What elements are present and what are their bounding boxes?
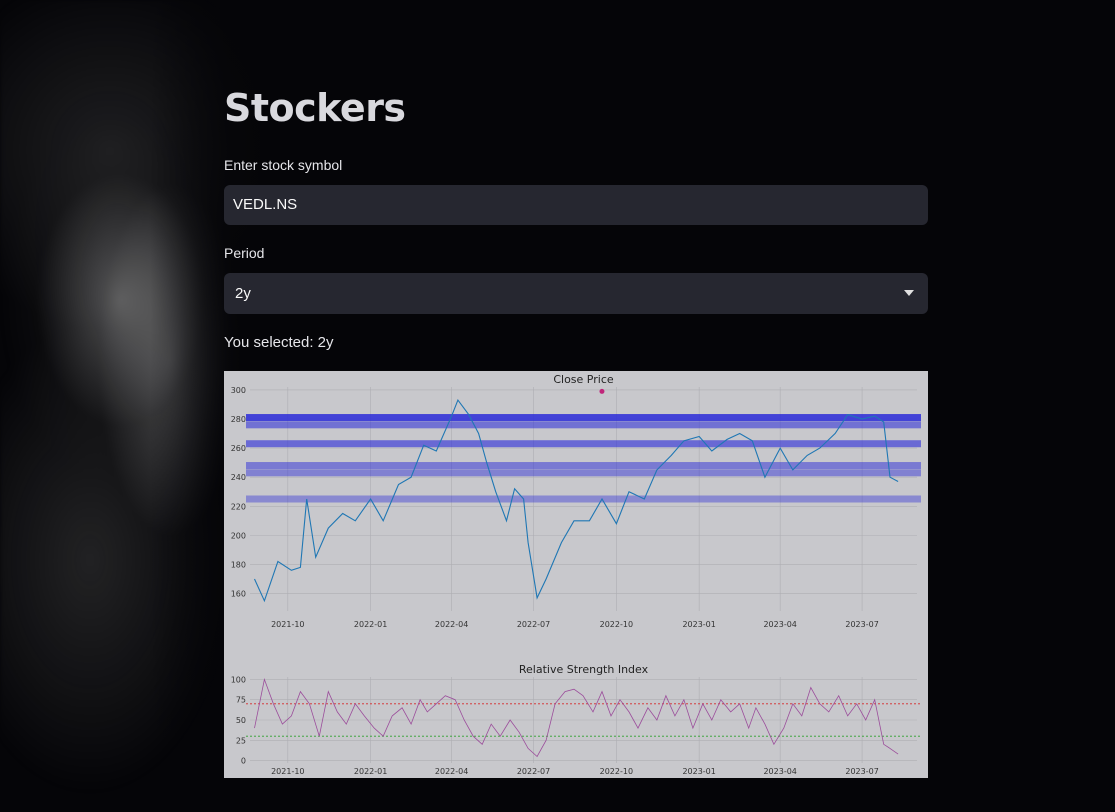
y-tick-label: 300 [231, 386, 246, 395]
y-tick-label: 240 [231, 473, 246, 482]
x-tick-label: 2022-04 [435, 767, 468, 776]
chart-panel-1: Relative Strength Index 0 25 50 75 100 2021-10… [231, 663, 921, 776]
x-tick-label: 2023-01 [682, 620, 715, 629]
selected-period-text: You selected: 2y [224, 334, 334, 351]
chart-panel-0: Close Price 160 180 200 220 240 260 280 300 2021-… [231, 373, 921, 629]
chart-title: Close Price [553, 373, 614, 386]
y-tick-label: 0 [241, 757, 246, 766]
y-tick-label: 200 [231, 531, 246, 540]
x-tick-label: 2022-10 [600, 620, 633, 629]
page-title: Stockers [224, 86, 406, 130]
x-tick-label: 2023-07 [845, 620, 878, 629]
period-label: Period [224, 245, 265, 261]
chart-title: Relative Strength Index [519, 663, 649, 676]
x-tick-label: 2021-10 [271, 767, 304, 776]
x-tick-label: 2021-10 [271, 620, 304, 629]
support-resistance-band [246, 440, 921, 448]
period-select[interactable]: 2y [224, 273, 928, 314]
y-tick-label: 220 [231, 502, 246, 511]
x-tick-label: 2022-01 [354, 620, 387, 629]
y-tick-label: 260 [231, 444, 246, 453]
x-tick-label: 2023-04 [763, 620, 796, 629]
x-tick-label: 2022-07 [517, 767, 550, 776]
x-tick-label: 2022-07 [517, 620, 550, 629]
y-tick-label: 25 [236, 736, 246, 745]
x-tick-label: 2023-01 [682, 767, 715, 776]
x-tick-label: 2023-04 [763, 767, 796, 776]
y-tick-label: 75 [236, 696, 246, 705]
y-tick-label: 50 [236, 716, 246, 725]
support-resistance-band [246, 495, 921, 503]
charts-image: Close Price 160 180 200 220 240 260 280 300 2021-… [224, 371, 928, 778]
x-tick-label: 2022-01 [354, 767, 387, 776]
x-tick-label: 2023-07 [845, 767, 878, 776]
support-resistance-band [246, 414, 921, 422]
symbol-input[interactable] [224, 185, 928, 225]
rsi-line [254, 677, 899, 758]
period-select-value: 2y [235, 285, 251, 302]
y-tick-label: 280 [231, 415, 246, 424]
charts-svg: Close Price 160 180 200 220 240 260 280 300 2021-… [231, 373, 921, 776]
chevron-down-icon [904, 290, 914, 296]
support-resistance-band [246, 469, 921, 477]
x-tick-label: 2022-04 [435, 620, 468, 629]
symbol-label: Enter stock symbol [224, 157, 343, 173]
support-resistance-band [246, 462, 921, 470]
signal-marker [599, 388, 605, 394]
y-tick-label: 100 [231, 675, 246, 684]
y-tick-label: 180 [231, 560, 246, 569]
x-tick-label: 2022-10 [600, 767, 633, 776]
support-resistance-band [246, 421, 921, 429]
y-tick-label: 160 [231, 590, 246, 599]
